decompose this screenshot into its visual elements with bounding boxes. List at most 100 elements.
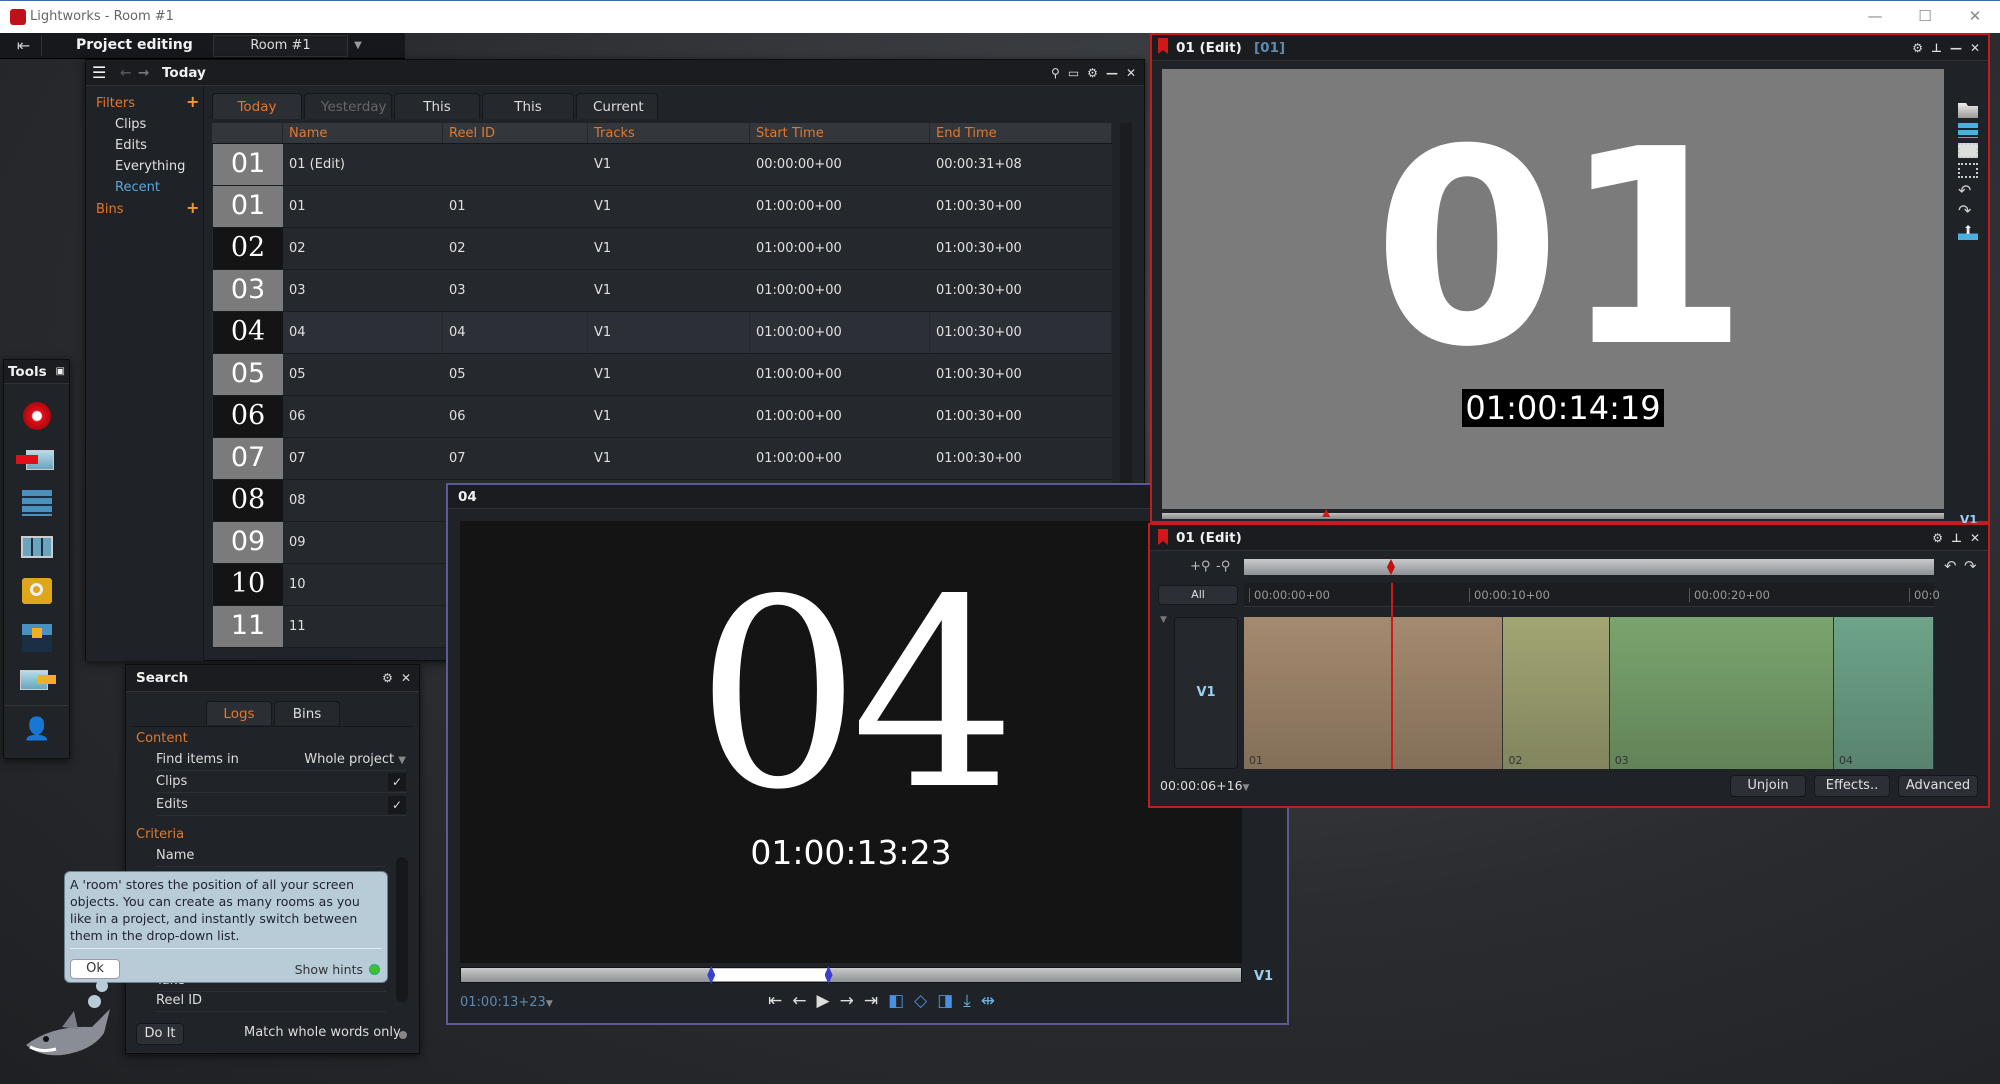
exit-project-icon[interactable]: ⇤	[6, 36, 42, 56]
add-filter-button[interactable]: +	[186, 92, 199, 111]
tab-today[interactable]: Today	[212, 93, 302, 119]
search-folder-icon[interactable]	[16, 576, 58, 610]
forward-icon[interactable]: →	[138, 60, 149, 86]
do-it-button[interactable]: Do It	[136, 1023, 184, 1045]
close-icon[interactable]: ✕	[1970, 525, 1980, 551]
go-to-end-icon[interactable]: ⇥	[864, 991, 878, 1011]
step-forward-icon[interactable]: →	[840, 991, 854, 1011]
settings-icon[interactable]: ⚙	[1932, 525, 1943, 551]
mark-out-icon[interactable]: ◨	[937, 991, 953, 1011]
go-to-start-icon[interactable]: ⇤	[768, 991, 782, 1011]
redo-icon[interactable]: ↷	[1964, 557, 1977, 575]
replace-icon[interactable]: ⇹	[981, 991, 995, 1011]
browser-scrollbar[interactable]	[1120, 123, 1132, 483]
table-row[interactable]: 07 07 07 V1 01:00:00+00 01:00:30+00	[212, 438, 1112, 480]
clip-thumbnail[interactable]: 05	[213, 354, 283, 395]
column-header-name[interactable]: Name	[283, 123, 443, 143]
record-scrub-bar[interactable]	[1162, 509, 1944, 519]
settings-icon[interactable]: ⚙	[1912, 35, 1923, 61]
timeline-clip[interactable]: 03	[1609, 617, 1834, 769]
filter-item-everything[interactable]: Everything	[115, 159, 185, 174]
pin-icon[interactable]: ▣	[56, 360, 65, 384]
source-timecode[interactable]: 01:00:13+23▼	[460, 995, 553, 1010]
close-icon[interactable]: ✕	[1126, 60, 1136, 86]
table-row[interactable]: 06 06 06 V1 01:00:00+00 01:00:30+00	[212, 396, 1112, 438]
all-tracks-button[interactable]: All	[1158, 585, 1238, 605]
track-collapse-icon[interactable]: ▼	[1160, 615, 1167, 625]
pin-icon[interactable]: ⊥	[1951, 525, 1962, 551]
tab-logs[interactable]: Logs	[206, 701, 272, 725]
mark-in-icon[interactable]: ◧	[888, 991, 904, 1011]
export-timeline-icon[interactable]	[16, 622, 58, 656]
advanced-button[interactable]: Advanced	[1898, 775, 1978, 797]
table-row[interactable]: 01 01 01 V1 01:00:00+00 01:00:30+00	[212, 186, 1112, 228]
minimize-icon[interactable]: —	[1950, 35, 1962, 61]
pin-icon[interactable]: ⊥	[1931, 35, 1942, 61]
overlay-icon[interactable]	[1958, 163, 1978, 178]
filter-item-recent[interactable]: Recent	[115, 180, 160, 195]
tab-yesterday[interactable]: Yesterday	[304, 93, 392, 119]
edits-checkbox[interactable]: ✓	[388, 796, 406, 814]
zoom-out-icon[interactable]: -⚲	[1216, 559, 1230, 574]
tracks-icon[interactable]	[1958, 123, 1978, 138]
timeline-clip[interactable]: 01	[1244, 617, 1504, 769]
undo-icon[interactable]: ↶	[1958, 183, 1978, 199]
clip-thumbnail[interactable]: 07	[213, 438, 283, 479]
clips-checkbox[interactable]: ✓	[388, 773, 406, 791]
fit-frame-icon[interactable]	[1958, 143, 1978, 158]
source-scrub-bar[interactable]	[460, 966, 1242, 984]
clip-thumbnail[interactable]: 11	[213, 606, 283, 647]
sync-icon[interactable]	[16, 488, 58, 522]
export-icon[interactable]	[16, 664, 58, 698]
overview-playhead[interactable]	[1386, 559, 1395, 575]
column-header-reel-id[interactable]: Reel ID	[443, 123, 588, 143]
user-settings-icon[interactable]: 👤	[16, 714, 58, 748]
storyboard-icon[interactable]	[16, 532, 58, 566]
clip-thumbnail[interactable]: 04	[213, 312, 283, 353]
timeline-playhead[interactable]	[1390, 583, 1393, 769]
import-icon[interactable]	[16, 444, 58, 478]
table-row[interactable]: 02 02 02 V1 01:00:00+00 01:00:30+00	[212, 228, 1112, 270]
record-video-frame[interactable]: 01 01:00:14:19	[1162, 69, 1944, 509]
filter-item-edits[interactable]: Edits	[115, 138, 147, 153]
effects-button[interactable]: Effects..	[1814, 775, 1890, 797]
table-row[interactable]: 01 01 (Edit) V1 00:00:00+00 00:00:31+08	[212, 144, 1112, 186]
folder-icon[interactable]	[1958, 103, 1978, 118]
timeline-timecode[interactable]: 00:00:06+16▼	[1160, 778, 1249, 793]
redo-icon[interactable]: ↷	[1958, 203, 1978, 219]
undo-icon[interactable]: ↶	[1944, 557, 1957, 575]
minimize-icon[interactable]: —	[1106, 60, 1118, 86]
lift-icon[interactable]: ⬆	[1958, 224, 1978, 240]
step-back-icon[interactable]: ←	[792, 991, 806, 1011]
column-header-end-time[interactable]: End Time	[930, 123, 1112, 143]
minimize-button[interactable]: —	[1860, 7, 1890, 27]
column-header-start-time[interactable]: Start Time	[750, 123, 930, 143]
insert-icon[interactable]: ⤓	[963, 991, 971, 1011]
timeline-ruler[interactable]: 00:00:00+00 00:00:10+00 00:00:20+00 00:0	[1244, 583, 1940, 607]
timeline-clip[interactable]: 02	[1503, 617, 1610, 769]
tab-bins[interactable]: Bins	[274, 701, 340, 725]
room-selector[interactable]: Room #1	[213, 35, 348, 57]
clip-thumbnail[interactable]: 09	[213, 522, 283, 563]
record-icon[interactable]	[16, 400, 58, 434]
menu-icon[interactable]: ☰	[92, 60, 106, 86]
close-button[interactable]: ✕	[1960, 7, 1990, 27]
hint-ok-button[interactable]: Ok	[70, 959, 120, 979]
timeline-overview-bar[interactable]	[1244, 559, 1934, 575]
column-header-tracks[interactable]: Tracks	[588, 123, 750, 143]
tab-this-month[interactable]: This month	[482, 93, 574, 141]
search-icon[interactable]: ⚲	[1051, 60, 1060, 86]
criteria-reel-id-row[interactable]: Reel ID	[156, 990, 386, 1012]
shark-mascot-icon[interactable]	[22, 1005, 114, 1063]
source-video-frame[interactable]: 04 01:00:13:23	[460, 521, 1242, 963]
tab-this-week[interactable]: This week	[394, 93, 480, 141]
room-dropdown-icon[interactable]: ▼	[349, 35, 367, 57]
view-mode-icon[interactable]: ▭	[1068, 60, 1079, 86]
criteria-name-row[interactable]: Name	[156, 845, 386, 867]
clip-thumbnail[interactable]: 01	[213, 186, 283, 227]
settings-icon[interactable]: ⚙	[1087, 60, 1098, 86]
back-icon[interactable]: ←	[120, 60, 131, 86]
source-track-label[interactable]: V1	[1254, 969, 1273, 984]
clip-thumbnail[interactable]: 06	[213, 396, 283, 437]
playhead-marker[interactable]	[1322, 509, 1331, 517]
